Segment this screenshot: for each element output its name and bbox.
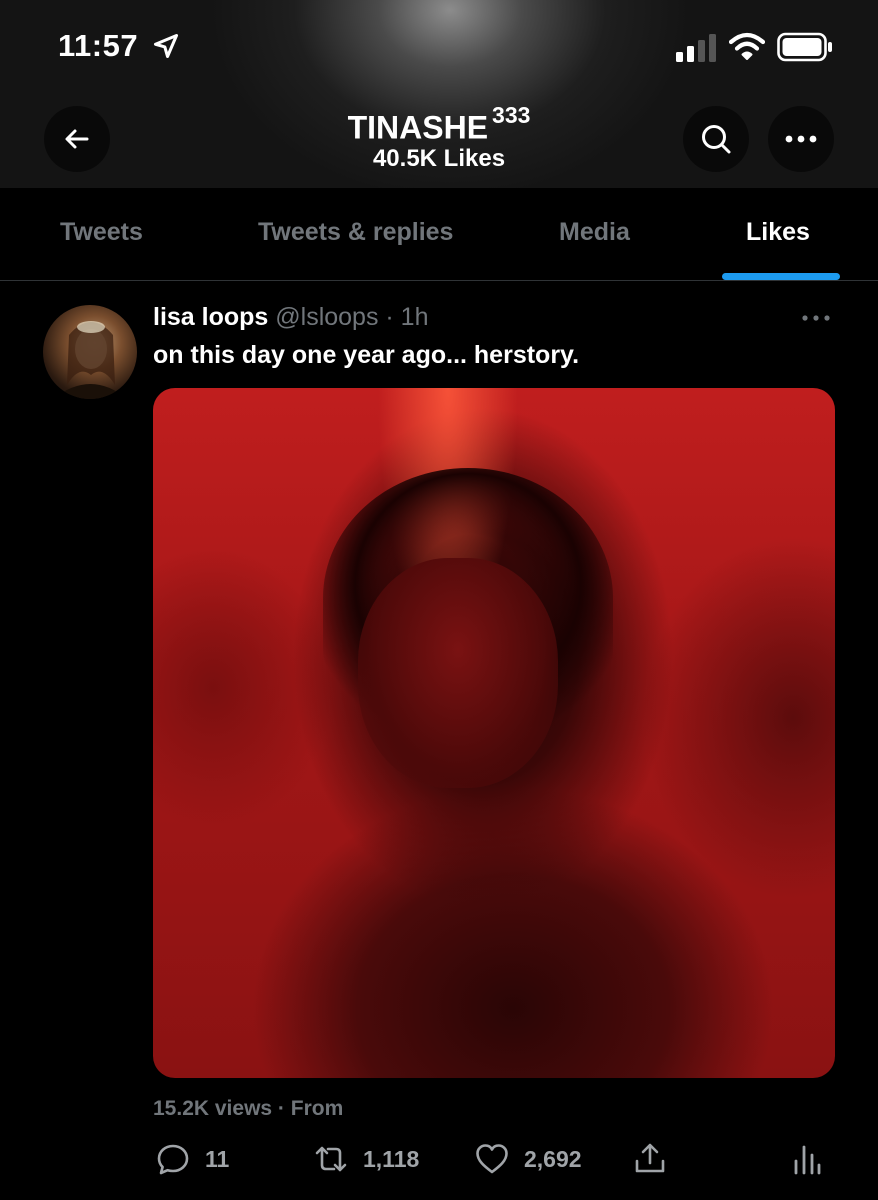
tweet-text: on this day one year ago... herstory. — [153, 341, 580, 369]
media-figure-face — [358, 558, 558, 788]
share-button[interactable] — [632, 1139, 682, 1179]
search-button[interactable] — [683, 106, 749, 172]
like-button[interactable]: 2,692 — [474, 1139, 582, 1179]
heart-icon — [476, 1144, 508, 1174]
cellular-signal-icon — [676, 34, 716, 62]
tab-tweets[interactable]: Tweets — [60, 218, 143, 247]
retweet-count: 1,118 — [363, 1145, 420, 1172]
wifi-icon — [729, 32, 765, 60]
avatar-image — [53, 321, 127, 399]
like-count: 2,692 — [524, 1145, 582, 1172]
profile-tabs: Tweets Tweets & replies Media Likes — [0, 188, 878, 281]
profile-name-text: TINASHE — [347, 109, 489, 146]
retweet-button[interactable]: 1,118 — [313, 1139, 419, 1179]
retweet-icon — [315, 1146, 347, 1172]
tab-tweets-replies[interactable]: Tweets & replies — [258, 218, 453, 247]
tweet-handle-time: @lsloops · 1h — [275, 303, 429, 331]
tweet-media-image[interactable] — [153, 388, 835, 1078]
profile-name-suffix: 333 — [492, 102, 531, 128]
analytics-icon — [794, 1145, 821, 1175]
tweet-display-name[interactable]: lisa loops — [153, 303, 268, 331]
location-arrow-icon — [153, 33, 179, 59]
avatar[interactable] — [43, 305, 137, 399]
search-icon — [702, 125, 731, 154]
reply-count: 11 — [205, 1145, 230, 1172]
reply-button[interactable]: 11 — [155, 1139, 229, 1179]
tweet-more-icon[interactable] — [798, 306, 834, 330]
tweet-author[interactable]: lisa loops @lsloops · 1h — [153, 303, 429, 332]
more-options-button[interactable] — [768, 106, 834, 172]
analytics-button[interactable] — [788, 1139, 838, 1179]
active-tab-indicator — [722, 273, 840, 280]
reply-icon — [157, 1144, 189, 1175]
tab-likes[interactable]: Likes — [746, 218, 810, 247]
share-icon — [635, 1143, 665, 1173]
tab-media[interactable]: Media — [559, 218, 630, 247]
tweet-views: 15.2K views · From — [153, 1097, 344, 1120]
battery-icon — [777, 32, 832, 62]
more-horizontal-icon — [785, 135, 817, 143]
status-time: 11:57 — [58, 28, 139, 63]
